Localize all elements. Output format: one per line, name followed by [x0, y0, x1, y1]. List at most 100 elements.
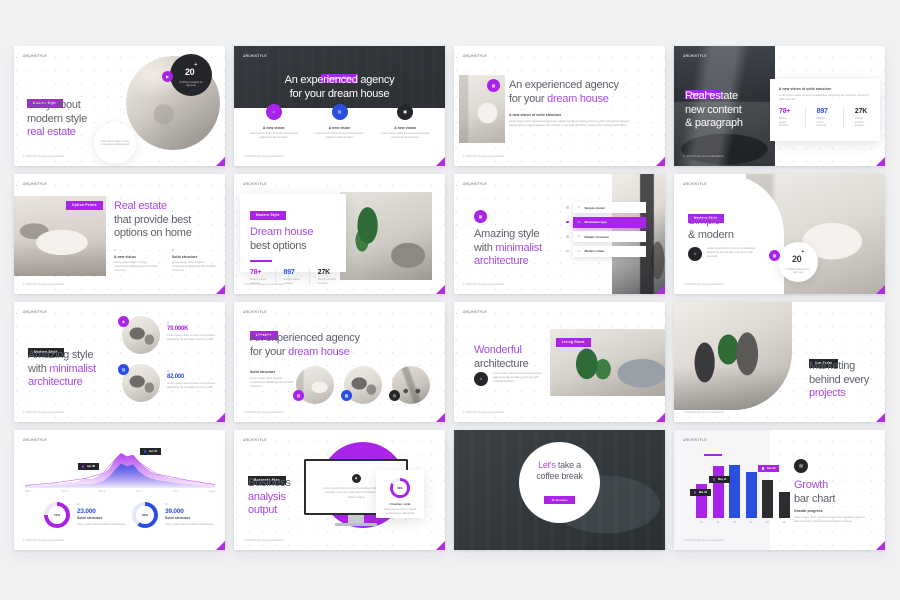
logo: ARCHISTYLE	[243, 438, 267, 442]
column-item: 01 A new vision Lorem ipsum dolor sit am…	[114, 249, 162, 273]
slide-amazing-style-stats[interactable]: ARCHISTYLE Modern style Amazing style wi…	[14, 302, 225, 422]
logo: ARCHISTYLE	[23, 54, 47, 58]
slide-real-estate-best-options[interactable]: ARCHISTYLE Option points Real estate tha…	[14, 174, 225, 294]
footer: © 2020 Archistyle presentation	[243, 411, 285, 414]
chart-icon-bubble: ▤	[331, 104, 348, 120]
slide-growth-bar-chart[interactable]: ARCHISTYLE 20' 32' 86' 30' 84' 18' Mar 0…	[674, 430, 885, 550]
title-line-1: An experienced agency	[284, 74, 395, 86]
slide-wonderful-architecture[interactable]: ARCHISTYLE Living room Wonderful archite…	[454, 302, 665, 422]
grid-icon-bubble: ▦	[474, 210, 487, 223]
swatch-icon	[694, 491, 697, 494]
divider-rule	[250, 260, 272, 263]
logo: ARCHISTYLE	[683, 438, 707, 442]
tooltip-label: Nov 09	[766, 467, 776, 470]
title-line-1-accent: Real estate	[114, 200, 167, 212]
stat-value: 897	[816, 108, 828, 116]
subtitle: Growth progress	[794, 509, 823, 513]
footer: © 2020 Archistyle presentation	[23, 539, 65, 542]
play-icon-bubble[interactable]: ▶	[162, 71, 173, 82]
title-accent: Let's	[538, 459, 556, 470]
logo: ARCHISTYLE	[683, 54, 707, 58]
logo: ARCHISTYLE	[23, 182, 47, 186]
title-line-1: Amazing style	[28, 349, 94, 361]
badge: Modern style	[250, 210, 286, 220]
slide-amazing-style-menu[interactable]: ARCHISTYLE ▦ Amazing style with minimali…	[454, 174, 665, 294]
title-line-2: bar chart	[794, 492, 836, 505]
body-text: Lorem ipsum dolor sit amet consectetuer …	[707, 247, 756, 259]
stat-bubble: 20+ Of different projects for high level	[778, 242, 818, 282]
chart-icon-bubble: ▤	[118, 364, 129, 375]
home-icon-bubble: ⌂	[474, 372, 488, 386]
x-tick: Aug 6	[208, 490, 215, 493]
bullet-dot	[566, 235, 569, 238]
x-tick: 86'	[732, 521, 737, 524]
chart-tooltip-active: Nov 09	[758, 465, 780, 472]
stat-item: 27K Friendly architect company	[318, 269, 336, 285]
column-number: 02	[172, 249, 175, 252]
footer: © 2020 Archistyle presentation	[683, 283, 725, 286]
stat-bubble: 20+ Of different projects for high level	[170, 54, 212, 96]
slide-simple-and-modern[interactable]: ARCHISTYLE Modern style Simple & modern …	[674, 174, 885, 294]
menu-label: Minimalist type	[584, 220, 607, 224]
menu-item-active[interactable]: 02 Minimalist type	[566, 216, 646, 228]
stat-label: Solid structure	[77, 515, 103, 520]
bike-icon-bubble: ◎	[389, 390, 400, 401]
presentation-template-showcase: ARCHISTYLE Modern style Story about mode…	[0, 0, 900, 600]
home-icon-bubble: ⌂	[688, 247, 702, 261]
menu-item[interactable]: 03 Details structure	[566, 231, 646, 242]
menu-bar: 02 Minimalist type	[572, 216, 646, 228]
title-line-2-accent: dream house	[547, 92, 609, 105]
menu-item[interactable]: 01 Simple model	[566, 202, 646, 213]
swatch-icon	[713, 478, 716, 481]
card-body: Lorem ipsum dolor sit amet consectetuer …	[383, 508, 417, 516]
title-line-1: Marketing	[809, 360, 856, 372]
corner-accent	[656, 285, 665, 294]
corner-accent	[876, 413, 885, 422]
title-line-1: Business	[248, 477, 291, 489]
float-caption-bubble: Lorem ipsum dolor sit amet consectetuer …	[94, 122, 136, 164]
stat-label: Designs interior company	[283, 278, 301, 285]
slide-grid: ARCHISTYLE Modern style Story about mode…	[14, 46, 886, 558]
building-icon-bubble: ▤	[293, 390, 304, 401]
diamond-icon-bubble: ◈	[118, 316, 129, 327]
title-accent: real estate	[27, 126, 76, 138]
x-tick: May 2	[98, 490, 106, 493]
slide-experienced-agency-circles[interactable]: ARCHISTYLE Lifestyle An experienced agen…	[234, 302, 445, 422]
key-icon: ▣	[403, 109, 408, 114]
people-office-photo	[674, 302, 792, 410]
bubble-unit: +	[801, 249, 805, 256]
bubble-value: 20	[791, 254, 802, 265]
feature-title: A new vision	[328, 126, 351, 130]
slide-experienced-agency-light[interactable]: ARCHISTYLE ▦ An experienced agency for y…	[454, 46, 665, 166]
menu-item[interactable]: 04 Modern villas	[566, 245, 646, 257]
bike-icon: ◎	[392, 392, 397, 398]
monitor-neck	[348, 515, 364, 523]
footer: © 2020 Archistyle presentation	[683, 539, 725, 542]
bar	[762, 479, 773, 518]
feature-title: A new vision	[394, 126, 417, 130]
duration-button[interactable]: 15 minutes	[544, 496, 575, 504]
divider-rule	[704, 454, 722, 457]
title-line-2: for your dream house	[289, 87, 390, 100]
x-tick: Mar 1	[25, 490, 32, 493]
slide-experienced-agency-dark[interactable]: ARCHISTYLE Content slide An experienced …	[234, 46, 445, 166]
feature-body: Lorem ipsum dolor sit amet consectetuer …	[380, 132, 430, 140]
x-tick: Jun 8	[136, 490, 142, 493]
subtitle: A new vision of solid structure	[509, 113, 562, 117]
bubble-caption: Of different projects for high level	[786, 268, 810, 274]
slide-marketing-behind-projects[interactable]: Our team Marketing behind every projects…	[674, 302, 885, 422]
home-icon: ⌂	[272, 109, 276, 114]
slide-story-about-modern-style[interactable]: ARCHISTYLE Modern style Story about mode…	[14, 46, 225, 166]
slide-business-analysis-output[interactable]: ARCHISTYLE Business plan Business analys…	[234, 430, 445, 550]
slide-real-estate-new-content[interactable]: ARCHISTYLE Modern style Real estate new …	[674, 46, 885, 166]
title-line-3-accent: output	[248, 504, 278, 516]
tooltip-label: Mar 04	[698, 491, 708, 494]
corner-accent	[436, 157, 445, 166]
slide-area-chart-stats[interactable]: ARCHISTYLE Mar 1 Apr 5 May 2 Jun 8 Jul 4…	[14, 430, 225, 550]
stat-body: Lorem ipsum dolor sit amet consectetuer …	[167, 382, 216, 390]
title-rest: take a	[555, 459, 581, 470]
title-line-2-accent: minimalist	[49, 362, 96, 375]
badge: Living room	[556, 337, 591, 347]
slide-coffee-break[interactable]: Let's take a coffee break 15 minutes	[454, 430, 665, 550]
slide-dream-house-best-options[interactable]: Modern style Dream house best options 78…	[234, 174, 445, 294]
